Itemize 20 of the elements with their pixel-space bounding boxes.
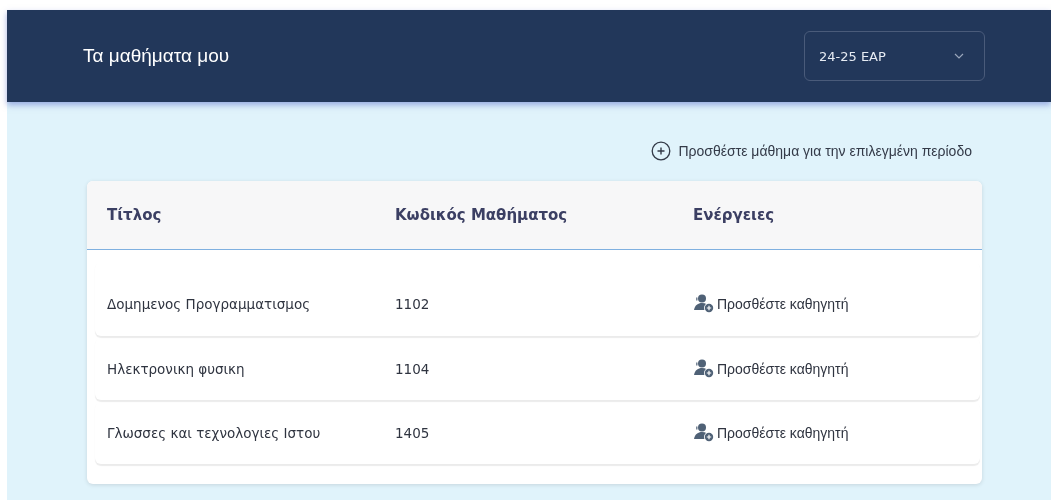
table-cell-text: Δομημενος Προγραμματισμος <box>107 296 312 312</box>
add-teacher-link[interactable]: Προσθέστε καθηγητή <box>693 359 849 379</box>
add-course-link[interactable]: Προσθέστε μάθημα για την επιλεγμένη περίοδο <box>650 140 972 162</box>
table-cell-text: 1104 <box>395 361 431 377</box>
table-cell-text: Γλωσσες και τεχνολογιες Ιστου <box>107 425 322 441</box>
user-plus-icon <box>693 294 715 314</box>
column-header: Τίτλος <box>107 206 163 224</box>
user-plus-icon <box>693 359 715 379</box>
plus-circle-icon <box>650 141 671 161</box>
period-select[interactable]: 24-25 ΕΑΡ <box>804 31 985 81</box>
user-plus-icon <box>693 423 715 443</box>
add-teacher-link[interactable]: Προσθέστε καθηγητή <box>693 423 849 443</box>
add-teacher-link[interactable]: Προσθέστε καθηγητή <box>693 294 849 314</box>
table-cell-text: 1102 <box>395 296 431 312</box>
chevron-down-icon <box>954 53 964 59</box>
table-cell-text: Ηλεκτρονικη φυσικη <box>107 361 246 377</box>
table-cell-text: 1405 <box>395 425 431 441</box>
column-header: Κωδικός Μαθήματος <box>395 206 569 224</box>
page-title: Τα μαθήματα μου <box>83 45 230 67</box>
column-header: Ενέργειες <box>693 206 775 224</box>
